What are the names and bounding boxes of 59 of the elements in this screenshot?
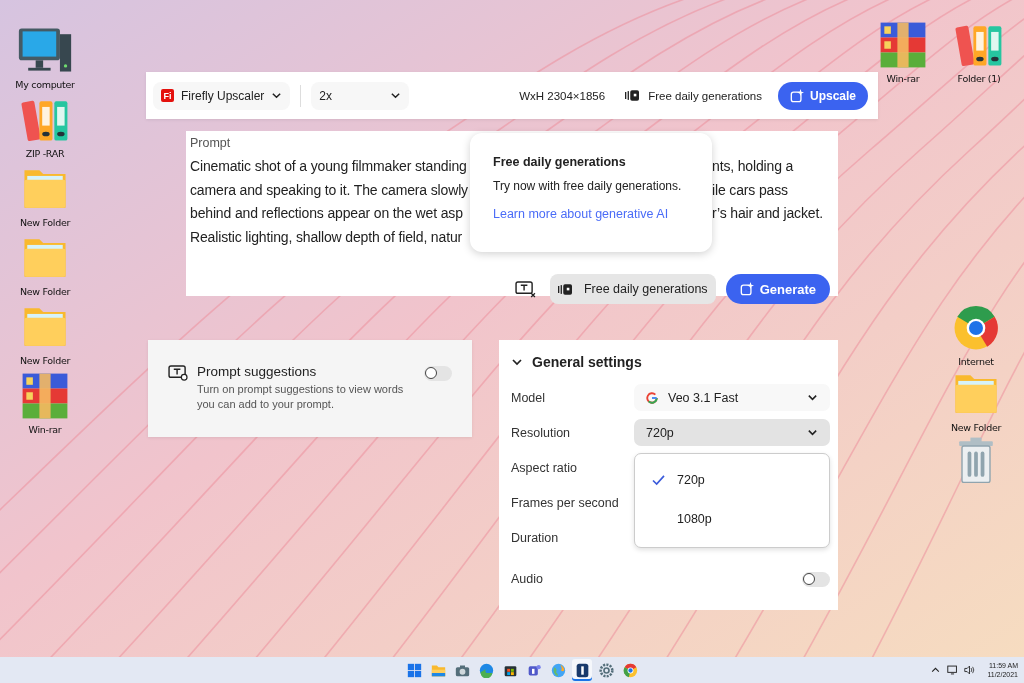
icon-label: Win-rar [886, 73, 920, 84]
app-taskbar-icon[interactable] [572, 659, 592, 681]
icon-label: New Folder [19, 355, 71, 366]
volume-icon[interactable] [964, 665, 976, 675]
icon-label: My computer [15, 79, 75, 90]
text-suggestion-icon [168, 365, 189, 382]
chevron-icon [271, 90, 283, 101]
setting-label: Audio [511, 571, 543, 586]
icon-label: New Folder [19, 286, 71, 297]
setting-label: Aspect ratio [511, 460, 577, 475]
dimensions-text: WxH 2304×1856 [519, 89, 606, 102]
icon-label: New Folder [19, 217, 71, 228]
menu-item[interactable]: 1080p [635, 505, 829, 533]
prompt-label: Prompt [190, 136, 232, 152]
suggestions-toggle[interactable] [424, 366, 452, 381]
icon-label: New Folder [950, 422, 1002, 433]
credits-icon [625, 90, 640, 101]
network-icon[interactable] [947, 665, 959, 675]
setting-label: Frames per second [511, 495, 619, 510]
upscale-button[interactable]: Upscale [777, 81, 868, 110]
setting-label: Resolution [511, 425, 571, 440]
icon-label: Folder (1) [957, 73, 1001, 84]
prompt-text: Realistic lighting, shallow depth of field, natur [190, 227, 464, 247]
app-dropdown[interactable]: Fi Firefly Upscaler [153, 81, 291, 110]
suggestions-description: Turn on prompt suggestions to view words you can add to your prompt. [197, 382, 405, 411]
chevron-icon [807, 392, 818, 403]
prompt-text: Cinematic shot of a young filmmaker standing [190, 157, 468, 176]
credits-button[interactable]: Free daily generations [549, 274, 716, 304]
suggestions-title: Prompt suggestions [197, 364, 318, 379]
sparkle-icon [789, 88, 804, 103]
audio-toggle[interactable] [802, 572, 830, 587]
generate-button[interactable]: Generate [725, 274, 830, 304]
prompt-text: camera and speaking to it. The camera slowly [190, 180, 469, 200]
settings-header[interactable]: General settings [511, 352, 642, 372]
icon-label: Win-rar [28, 424, 62, 435]
setting-label: Model [511, 390, 546, 405]
chevron-up-icon[interactable] [930, 665, 942, 675]
chevron-icon [511, 356, 523, 368]
select-field[interactable]: 720p [634, 419, 830, 446]
prompt-text: r’s hair and jacket. [712, 204, 824, 223]
setting-label: Duration [511, 530, 559, 545]
credits-button[interactable]: Free daily generations [619, 89, 768, 102]
prompt-text: ile cars pass [712, 180, 789, 200]
popover-text: Try now with free daily generations. [493, 179, 683, 193]
chevron-icon [390, 90, 402, 101]
popover-title: Free daily generations [493, 155, 627, 169]
icon-label: ZIP -RAR [25, 148, 65, 159]
icon-label: Internet [958, 356, 994, 367]
prompt-text: nts, holding a [712, 157, 795, 176]
learn-more-link[interactable]: Learn more about generative AI [493, 207, 694, 221]
sparkle-icon [739, 282, 754, 296]
app-logo: Fi [161, 89, 174, 102]
select-field[interactable]: Veo 3.1 Fast [634, 384, 830, 411]
prompt-text: behind and reflections appear on the wet asp [190, 204, 464, 223]
chevron-icon [807, 427, 818, 438]
scale-dropdown[interactable]: 2x [311, 81, 410, 110]
menu-item[interactable]: 720p [635, 466, 829, 494]
text-suggestion-icon[interactable] [514, 280, 536, 298]
credits-icon [557, 283, 572, 295]
